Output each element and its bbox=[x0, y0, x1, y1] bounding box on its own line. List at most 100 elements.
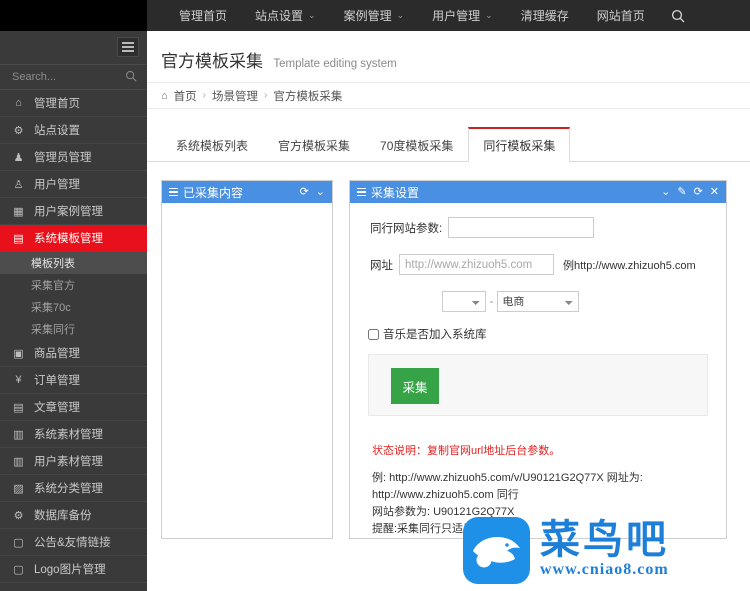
tab-bar: 系统模板列表 官方模板采集 70度模板采集 同行模板采集 bbox=[147, 120, 750, 162]
sidebar-item-label: 数据库备份 bbox=[34, 507, 92, 523]
gears-icon: ⚙ bbox=[11, 124, 26, 137]
sidebar-item-label: 商品管理 bbox=[34, 345, 80, 361]
sidebar-item-site-settings[interactable]: ⚙ 站点设置 bbox=[0, 117, 147, 144]
category-select-row: - 电商 bbox=[350, 291, 726, 312]
top-nav-search-button[interactable] bbox=[671, 9, 685, 23]
chevron-down-icon: ⌄ bbox=[485, 10, 493, 21]
gears-icon: ⚙ bbox=[11, 509, 26, 522]
sidebar-item-label: 系统分类管理 bbox=[34, 480, 103, 496]
sidebar-item-database-backup[interactable]: ⚙ 数据库备份 bbox=[0, 502, 147, 529]
sidebar-item-user-material-management[interactable]: ▥ 用户素材管理 bbox=[0, 448, 147, 475]
sidebar-item-admin-management[interactable]: ♟ 管理员管理 bbox=[0, 144, 147, 171]
bars-icon bbox=[357, 188, 366, 197]
top-nav-item-label: 用户管理 bbox=[432, 7, 480, 24]
sidebar-item-order-management[interactable]: ¥ 订单管理 bbox=[0, 367, 147, 394]
search-icon bbox=[125, 70, 137, 85]
chevron-down-icon[interactable]: ⌄ bbox=[316, 187, 325, 198]
chevron-down-icon: ⌄ bbox=[308, 10, 316, 21]
top-nav-items: 管理首页 站点设置 ⌄ 案例管理 ⌄ 用户管理 ⌄ 清理缓存 网站首页 bbox=[147, 0, 685, 31]
home-icon: ⌂ bbox=[11, 97, 26, 109]
refresh-icon[interactable]: ⟳ bbox=[694, 187, 703, 198]
sidebar-item-system-template-management[interactable]: ▤ 系统模板管理 bbox=[0, 225, 147, 252]
wrench-icon[interactable]: ✎ bbox=[677, 187, 686, 198]
top-nav-item-0[interactable]: 管理首页 bbox=[165, 0, 241, 31]
tab-70-degree-template-collect[interactable]: 70度模板采集 bbox=[365, 128, 468, 162]
sidebar-item-label: 用户管理 bbox=[34, 176, 80, 192]
sidebar-item-admin-home[interactable]: ⌂ 管理首页 bbox=[0, 90, 147, 117]
tab-label: 系统模板列表 bbox=[176, 139, 248, 153]
tab-label: 同行模板采集 bbox=[483, 139, 555, 153]
top-nav-item-5[interactable]: 网站首页 bbox=[583, 0, 659, 31]
doc-icon: ▤ bbox=[11, 401, 26, 414]
chevron-down-icon[interactable]: ⌄ bbox=[661, 187, 670, 198]
tab-system-template-list[interactable]: 系统模板列表 bbox=[161, 128, 263, 162]
sidebar-item-label: 文章管理 bbox=[34, 399, 80, 415]
breadcrumb-item-0[interactable]: 首页 bbox=[174, 88, 197, 104]
sidebar-item-user-management[interactable]: ♙ 用户管理 bbox=[0, 171, 147, 198]
top-nav-item-3[interactable]: 用户管理 ⌄ bbox=[418, 0, 507, 31]
status-description: 状态说明：复制官网url地址后台参数。 bbox=[372, 442, 726, 458]
breadcrumb-separator: › bbox=[264, 90, 267, 101]
search-icon bbox=[671, 9, 685, 23]
main-content: 官方模板采集 Template editing system ⌂ 首页 › 场景… bbox=[147, 31, 750, 591]
page-title: 官方模板采集 bbox=[161, 47, 263, 72]
home-icon: ⌂ bbox=[161, 90, 168, 102]
archive-icon: ▥ bbox=[11, 455, 26, 468]
sidebar-item-label: 用户素材管理 bbox=[34, 453, 103, 469]
tab-official-template-collect[interactable]: 官方模板采集 bbox=[263, 128, 365, 162]
sidebar-item-user-case-management[interactable]: ▦ 用户案例管理 bbox=[0, 198, 147, 225]
category-select-secondary[interactable]: 电商 bbox=[497, 291, 579, 312]
peer-site-param-label: 同行网站参数: bbox=[370, 220, 442, 236]
sidebar-subitem-collect-peer[interactable]: 采集同行 bbox=[0, 318, 147, 340]
sidebar-item-system-category-management[interactable]: ▨ 系统分类管理 bbox=[0, 475, 147, 502]
sidebar-subitem-label: 采集同行 bbox=[31, 321, 75, 337]
sidebar-item-label: 用户案例管理 bbox=[34, 203, 103, 219]
tab-peer-template-collect[interactable]: 同行模板采集 bbox=[468, 127, 570, 162]
refresh-icon[interactable]: ⟳ bbox=[300, 187, 309, 198]
music-library-checkbox[interactable] bbox=[368, 329, 379, 340]
sidebar-subitem-label: 模板列表 bbox=[31, 255, 75, 271]
briefcase-icon: ▤ bbox=[11, 232, 26, 245]
collect-settings-panel-body: 同行网站参数: 网址 例http://www.zhizuoh5.com - 电商 bbox=[350, 203, 726, 538]
logo-block bbox=[0, 0, 147, 31]
sidebar-item-article-management[interactable]: ▤ 文章管理 bbox=[0, 394, 147, 421]
status-example-line-1: 例: http://www.zhizuoh5.com/v/U90121G2Q77… bbox=[372, 470, 726, 504]
sidebar-item-product-management[interactable]: ▣ 商品管理 bbox=[0, 340, 147, 367]
status-example-line-2: 网站参数为: U90121G2Q77X bbox=[372, 504, 726, 521]
sidebar-item-logo-image-management[interactable]: ▢ Logo图片管理 bbox=[0, 556, 147, 583]
url-row: 网址 例http://www.zhizuoh5.com bbox=[350, 254, 726, 275]
top-nav-item-1[interactable]: 站点设置 ⌄ bbox=[241, 0, 330, 31]
sidebar-item-system-material-management[interactable]: ▥ 系统素材管理 bbox=[0, 421, 147, 448]
top-nav-item-2[interactable]: 案例管理 ⌄ bbox=[330, 0, 419, 31]
search-input[interactable] bbox=[10, 70, 120, 84]
sidebar-subitem-label: 采集70c bbox=[31, 299, 71, 315]
panels-container: 已采集内容 ⟳ ⌄ 采集设置 ⌄ ✎ ⟳ ✕ bbox=[147, 162, 750, 539]
top-nav-item-4[interactable]: 清理缓存 bbox=[507, 0, 583, 31]
sidebar: ⌂ 管理首页 ⚙ 站点设置 ♟ 管理员管理 ♙ 用户管理 ▦ 用户案例管理 ▤ … bbox=[0, 31, 147, 591]
status-area: 状态说明：复制官网url地址后台参数。 例: http://www.zhizuo… bbox=[350, 416, 726, 538]
sidebar-subitem-collect-70c[interactable]: 采集70c bbox=[0, 296, 147, 318]
collect-button-container: 采集 bbox=[368, 354, 708, 416]
top-nav-item-label: 站点设置 bbox=[255, 7, 303, 24]
collect-settings-panel-header: 采集设置 ⌄ ✎ ⟳ ✕ bbox=[350, 181, 726, 203]
url-input[interactable] bbox=[399, 254, 554, 275]
music-library-checkbox-label[interactable]: 音乐是否加入系统库 bbox=[383, 326, 487, 342]
sidebar-item-announcement-links[interactable]: ▢ 公告&友情链接 bbox=[0, 529, 147, 556]
sidebar-item-label: 系统素材管理 bbox=[34, 426, 103, 442]
bookmark-icon: ▢ bbox=[11, 536, 26, 549]
sidebar-subitem-template-list[interactable]: 模板列表 bbox=[0, 252, 147, 274]
close-icon[interactable]: ✕ bbox=[710, 187, 719, 198]
user-gear-icon: ♟ bbox=[11, 151, 26, 164]
category-select-primary[interactable] bbox=[442, 291, 486, 312]
breadcrumb-item-1[interactable]: 场景管理 bbox=[212, 88, 258, 104]
sidebar-item-label: 管理首页 bbox=[34, 95, 80, 111]
sidebar-search[interactable] bbox=[0, 64, 147, 90]
breadcrumb-item-2: 官方模板采集 bbox=[273, 88, 342, 104]
sidebar-subitem-collect-official[interactable]: 采集官方 bbox=[0, 274, 147, 296]
collect-button[interactable]: 采集 bbox=[391, 368, 439, 404]
sidebar-item-label: 公告&友情链接 bbox=[34, 534, 111, 550]
hamburger-menu-icon[interactable] bbox=[117, 37, 139, 57]
archive-icon: ▥ bbox=[11, 428, 26, 441]
peer-site-param-input[interactable] bbox=[448, 217, 594, 238]
page-subtitle: Template editing system bbox=[273, 58, 396, 70]
